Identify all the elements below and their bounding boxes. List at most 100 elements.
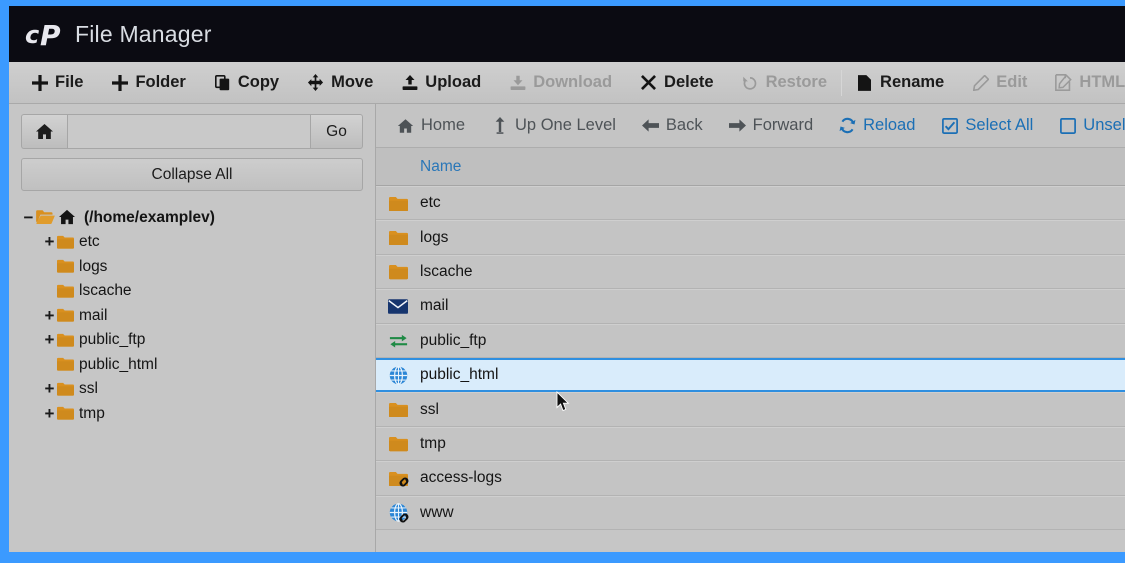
file-name: logs xyxy=(420,228,449,246)
toolbar-upload-button[interactable]: Upload xyxy=(387,62,495,103)
expand-icon[interactable]: + xyxy=(42,405,57,422)
toolbar-item-label: Edit xyxy=(996,73,1028,91)
tree-item-label: tmp xyxy=(79,404,105,422)
nav-forward-button[interactable]: Forward xyxy=(716,104,827,147)
file-name: lscache xyxy=(420,262,473,280)
sidebar: Go Collapse All − (/home/examplev) + etc log… xyxy=(9,104,376,552)
toolbar-item-label: Rename xyxy=(880,73,945,91)
expand-icon[interactable]: + xyxy=(42,331,57,348)
toolbar-move-button[interactable]: Move xyxy=(293,62,387,103)
reload-icon xyxy=(839,117,856,134)
plus-icon xyxy=(31,74,48,91)
app-body: Go Collapse All − (/home/examplev) + etc log… xyxy=(9,104,1125,552)
table-row[interactable]: public_ftp xyxy=(376,323,1125,358)
toolbar-edit-button: Edit xyxy=(958,62,1041,103)
expand-icon[interactable]: + xyxy=(42,233,57,250)
toolbar-folder-button[interactable]: Folder xyxy=(97,62,199,103)
ftp-exchange-icon xyxy=(376,333,420,349)
copy-icon xyxy=(214,74,231,91)
toolbar-item-label: Download xyxy=(533,73,613,91)
toolbar-copy-button[interactable]: Copy xyxy=(200,62,293,103)
toolbar-item-label: Copy xyxy=(237,73,280,91)
table-row[interactable]: etc xyxy=(376,186,1125,221)
folder-icon xyxy=(57,235,74,249)
nav-item-label: Back xyxy=(665,116,703,134)
globe-icon xyxy=(376,365,420,385)
toolbar-rename-button[interactable]: Rename xyxy=(842,62,958,103)
nav-back-button[interactable]: Back xyxy=(629,104,716,147)
nav-item-label: Unselect All xyxy=(1083,116,1125,134)
page-title: File Manager xyxy=(75,20,212,47)
tree-item-label: public_html xyxy=(79,355,158,373)
table-row[interactable]: ssl xyxy=(376,392,1125,427)
nav-item-label: Home xyxy=(421,116,466,134)
file-table-header: Name xyxy=(376,148,1125,186)
tree-item-homeexamplev[interactable]: − (/home/examplev) xyxy=(21,205,363,230)
column-header-name[interactable]: Name xyxy=(420,158,461,176)
file-name: access-logs xyxy=(420,469,502,487)
table-row[interactable]: mail xyxy=(376,289,1125,324)
main-toolbar: File Folder Copy Move Upload Download Delete Re… xyxy=(9,62,1125,104)
nav-unselect-all-button[interactable]: Unselect All xyxy=(1046,104,1125,147)
tree-item-public_html[interactable]: public_html xyxy=(21,352,363,377)
home-icon xyxy=(397,117,414,134)
path-input[interactable] xyxy=(67,114,310,149)
nav-reload-button[interactable]: Reload xyxy=(826,104,928,147)
file-name: etc xyxy=(420,194,441,212)
toolbar-download-button: Download xyxy=(495,62,626,103)
nav-up-one-level-button[interactable]: Up One Level xyxy=(478,104,629,147)
download-icon xyxy=(509,74,526,91)
nav-select-all-button[interactable]: Select All xyxy=(928,104,1046,147)
nav-item-label: Up One Level xyxy=(515,116,616,134)
tree-item-label: lscache xyxy=(79,282,132,299)
table-row[interactable]: lscache xyxy=(376,254,1125,290)
collapse-icon[interactable]: − xyxy=(21,209,36,226)
table-row[interactable]: www xyxy=(376,495,1125,530)
table-row[interactable]: logs xyxy=(376,220,1125,255)
move-icon xyxy=(307,74,324,91)
file-manager-app: cP File Manager File Folder Copy Move Upload… xyxy=(9,6,1125,552)
expand-icon[interactable]: + xyxy=(42,307,57,324)
folder-icon xyxy=(57,259,74,274)
folder-icon xyxy=(376,196,420,211)
file-name: public_html xyxy=(420,366,499,384)
file-name: ssl xyxy=(420,400,439,418)
toolbar-file-button[interactable]: File xyxy=(17,62,97,103)
file-nav-toolbar: Home Up One Level Back Forward Reload Select … xyxy=(376,104,1125,148)
expand-icon[interactable]: + xyxy=(42,380,57,397)
tree-item-tmp[interactable]: + tmp xyxy=(21,401,363,426)
globe-symlink-icon xyxy=(376,503,420,523)
tree-item-label: mail xyxy=(79,306,108,324)
pencil-icon xyxy=(972,74,989,91)
tree-item-logs[interactable]: logs xyxy=(21,254,363,279)
tree-item-etc[interactable]: + etc xyxy=(21,230,363,255)
file-name: www xyxy=(420,503,454,521)
toolbar-delete-button[interactable]: Delete xyxy=(626,62,728,103)
nav-home-button[interactable]: Home xyxy=(384,104,478,147)
close-x-icon xyxy=(640,74,657,91)
tree-item-label: public_ftp xyxy=(79,331,146,348)
collapse-all-button[interactable]: Collapse All xyxy=(21,158,363,191)
toolbar-item-label: Restore xyxy=(765,73,828,91)
screenshot-frame: cP File Manager File Folder Copy Move Upload… xyxy=(0,0,1125,563)
tree-item-ssl[interactable]: + ssl xyxy=(21,377,363,402)
file-icon xyxy=(856,74,873,91)
folder-icon xyxy=(376,436,420,452)
plus-icon xyxy=(111,74,128,91)
go-button[interactable]: Go xyxy=(310,114,363,149)
file-list: etc logs lscache mail public_ftp public_htmls… xyxy=(376,186,1125,530)
folder-symlink-icon xyxy=(376,471,420,487)
nav-item-label: Select All xyxy=(965,116,1034,134)
table-row[interactable]: tmp xyxy=(376,426,1125,462)
table-row[interactable]: public_html xyxy=(376,357,1125,393)
table-row[interactable]: access-logs xyxy=(376,461,1125,496)
tree-item-lscache[interactable]: lscache xyxy=(21,279,363,304)
tree-item-public_ftp[interactable]: + public_ftp xyxy=(21,328,363,353)
directory-tree: − (/home/examplev) + etc logs lscache + mail + pu… xyxy=(21,205,363,426)
arrow-right-icon xyxy=(728,117,746,134)
home-icon[interactable] xyxy=(21,114,67,149)
file-name: tmp xyxy=(420,434,446,452)
html-editor-icon xyxy=(1055,74,1073,91)
tree-item-mail[interactable]: + mail xyxy=(21,303,363,328)
up-arrow-icon xyxy=(491,117,508,134)
